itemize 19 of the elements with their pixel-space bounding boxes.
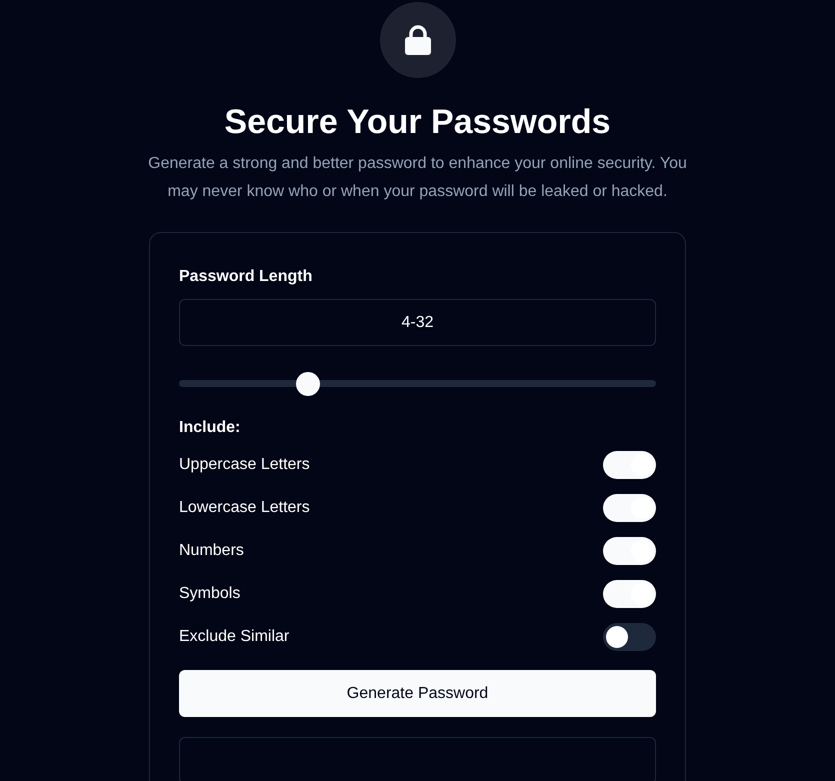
generate-button[interactable]: Generate Password xyxy=(179,670,656,717)
option-label: Uppercase Letters xyxy=(179,455,310,475)
option-label: Symbols xyxy=(179,584,240,604)
length-slider[interactable] xyxy=(179,372,656,394)
length-input[interactable]: 4-32 xyxy=(179,299,656,346)
field-label: Password Length xyxy=(179,267,314,287)
section-label: Include: xyxy=(179,418,242,438)
option-label: Lowercase Letters xyxy=(179,498,310,518)
option-label: Exclude Similar xyxy=(179,627,290,647)
toggle-switch[interactable] xyxy=(603,494,656,522)
toggle-switch[interactable] xyxy=(603,580,656,608)
option-label: Numbers xyxy=(179,541,244,561)
page-title: Secure Your Passwords xyxy=(224,102,611,143)
lock-icon xyxy=(404,25,430,55)
slider-thumb[interactable] xyxy=(296,372,320,396)
toggle-switch[interactable] xyxy=(603,537,656,565)
toggle-switch[interactable] xyxy=(603,623,656,651)
page-description: Generate a strong and better password to enhance your online security. You may never know who or when your password will be leaked or hacked. xyxy=(148,154,688,202)
toggle-switch[interactable] xyxy=(603,451,656,479)
